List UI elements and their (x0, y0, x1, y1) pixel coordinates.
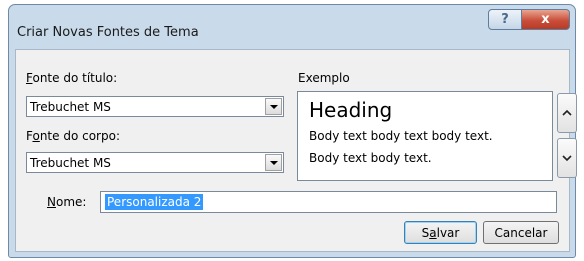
chevron-down-icon (562, 155, 572, 162)
dialog-title: Criar Novas Fontes de Tema (17, 25, 199, 40)
cancel-button[interactable]: Cancelar (483, 221, 559, 244)
dialog-content: Fonte do título: Trebuchet MS Fonte do c… (15, 49, 577, 252)
preview-label: Exemplo (298, 71, 350, 85)
body-font-label: Fonte do corpo: (26, 129, 120, 143)
body-font-dropdown-button[interactable] (265, 154, 282, 171)
heading-font-select[interactable]: Trebuchet MS (26, 96, 284, 117)
save-button[interactable]: Sa lvar (404, 221, 477, 244)
close-button[interactable]: x (521, 9, 570, 30)
heading-font-dropdown-button[interactable] (265, 98, 282, 115)
name-input-value: Personalizada 2 (105, 194, 204, 210)
heading-font-value: Trebuchet MS (30, 100, 111, 114)
chevron-down-icon (269, 104, 278, 109)
name-label: Nome: (47, 195, 87, 209)
preview-heading: Heading (309, 98, 393, 122)
dialog-window: Criar Novas Fontes de Tema ? x Fonte do … (8, 4, 577, 258)
close-icon: x (541, 12, 550, 27)
title-bar[interactable]: Criar Novas Fontes de Tema ? x (9, 5, 575, 49)
preview-scroll-down-button[interactable] (557, 138, 577, 178)
help-button[interactable]: ? (488, 9, 522, 30)
chevron-down-icon (269, 160, 278, 165)
chevron-up-icon (562, 109, 572, 116)
help-icon: ? (501, 12, 509, 27)
preview-box: Heading Body text body text body text. B… (297, 91, 553, 181)
body-font-select[interactable]: Trebuchet MS (26, 152, 284, 173)
name-input[interactable]: Personalizada 2 (100, 191, 557, 213)
preview-body-line-1: Body text body text body text. (309, 129, 493, 143)
heading-font-label: Fonte do título: (26, 71, 118, 85)
body-font-value: Trebuchet MS (30, 156, 111, 170)
preview-scroll-up-button[interactable] (557, 93, 577, 133)
preview-body-line-2: Body text body text. (309, 151, 432, 165)
